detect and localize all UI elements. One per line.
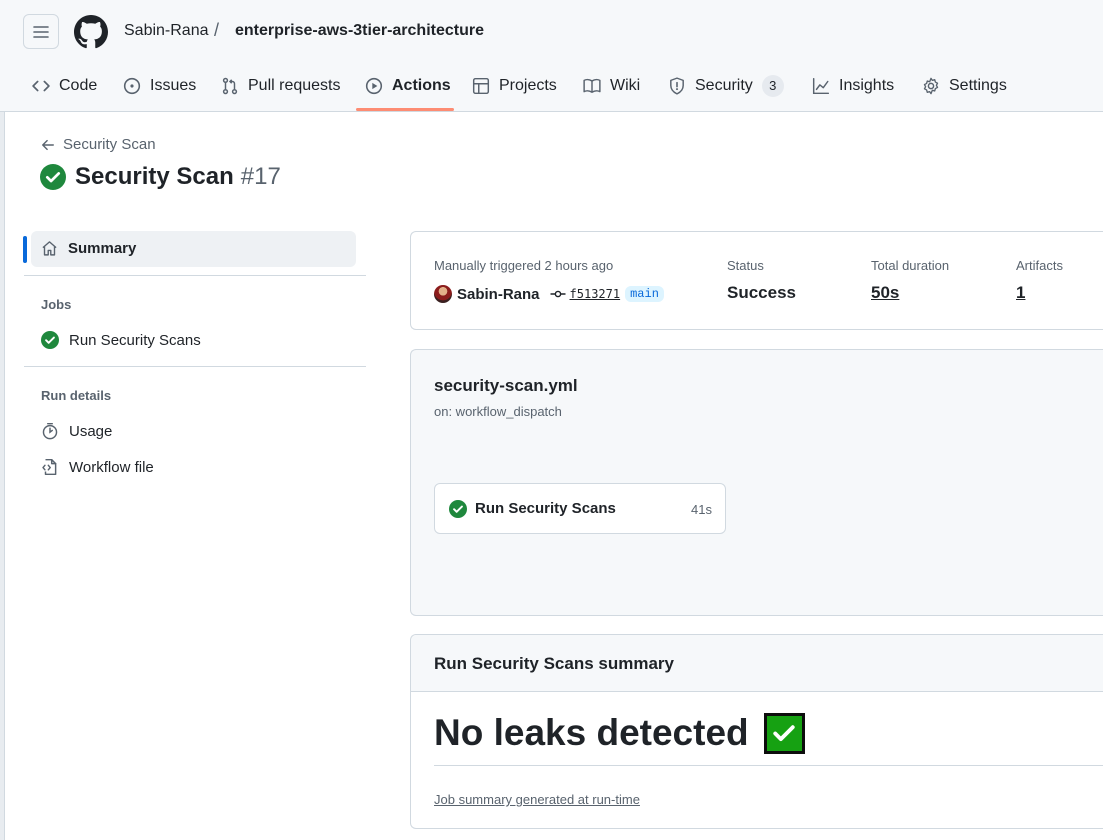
tab-issues[interactable]: Issues	[123, 73, 196, 99]
tab-pull-requests[interactable]: Pull requests	[221, 73, 341, 99]
sidebar-job-run-security-scans[interactable]: Run Security Scans	[41, 331, 201, 349]
file-code-icon	[42, 458, 57, 476]
sidebar-item-summary[interactable]: Summary	[41, 240, 136, 257]
book-icon	[583, 78, 601, 93]
sidebar-usage-label: Usage	[69, 422, 113, 440]
tab-security-label: Security	[695, 77, 753, 94]
back-link-label: Security Scan	[63, 136, 156, 153]
table-icon	[472, 77, 490, 95]
tab-security[interactable]: Security 3	[668, 73, 784, 99]
graph-icon	[812, 77, 830, 95]
tab-projects-label: Projects	[499, 77, 557, 94]
breadcrumb-owner-link[interactable]: Sabin-Rana	[124, 22, 209, 40]
arrow-left-icon	[42, 139, 54, 150]
sidebar-item-usage[interactable]: Usage	[41, 422, 112, 440]
check-circle-fill-icon	[40, 164, 66, 190]
tab-pull-requests-label: Pull requests	[248, 77, 341, 94]
check-circle-fill-icon	[449, 500, 467, 518]
sidebar-summary-label: Summary	[68, 240, 137, 257]
run-actor-row: Sabin-Rana f513271 main	[434, 285, 664, 303]
gear-icon	[923, 77, 939, 95]
job-summary-footer-link[interactable]: Job summary generated at run-time	[434, 792, 640, 807]
actor-name-link[interactable]: Sabin-Rana	[457, 286, 540, 303]
status-label: Status	[727, 258, 764, 273]
tab-actions-label: Actions	[392, 77, 451, 94]
sidebar-active-indicator	[23, 236, 27, 263]
tab-issues-label: Issues	[150, 77, 197, 94]
tab-code[interactable]: Code	[32, 73, 97, 99]
job-summary-heading-text: No leaks detected	[434, 712, 749, 753]
total-duration-link[interactable]: 50s	[871, 283, 899, 303]
job-node-name: Run Security Scans	[475, 500, 616, 517]
tab-actions[interactable]: Actions	[365, 73, 451, 99]
git-commit-icon	[550, 290, 566, 298]
left-edge-strip	[0, 112, 5, 840]
tab-settings[interactable]: Settings	[922, 73, 1007, 99]
security-alert-count-badge: 3	[761, 75, 784, 97]
sidebar-jobs-heading: Jobs	[41, 297, 72, 312]
pull-request-icon	[222, 77, 238, 95]
tab-settings-label: Settings	[949, 77, 1007, 94]
play-icon	[365, 77, 383, 95]
artifacts-label: Artifacts	[1016, 258, 1063, 273]
hamburger-icon	[33, 25, 49, 38]
run-number: #17	[240, 163, 281, 190]
stopwatch-icon	[42, 422, 58, 440]
sidebar-run-details-heading: Run details	[41, 388, 112, 403]
job-node-run-security-scans[interactable]: Run Security Scans 41s	[434, 483, 726, 534]
hamburger-menu-button[interactable]	[23, 14, 59, 49]
sidebar-item-workflow-file[interactable]: Workflow file	[41, 458, 154, 476]
run-meta-card	[410, 231, 1103, 330]
tab-insights[interactable]: Insights	[812, 73, 894, 99]
job-summary-heading: No leaks detected	[434, 712, 805, 754]
total-duration-label: Total duration	[871, 258, 950, 273]
sidebar-workflow-file-label: Workflow file	[69, 458, 154, 476]
back-to-workflow-link[interactable]: Security Scan	[41, 136, 156, 153]
job-summary-divider	[434, 765, 1103, 766]
code-icon	[32, 80, 50, 92]
home-icon	[42, 241, 57, 256]
workflow-trigger: on: workflow_dispatch	[434, 404, 562, 419]
commit-sha-link[interactable]: f513271	[570, 287, 621, 301]
tab-wiki[interactable]: Wiki	[583, 73, 640, 99]
breadcrumb-repo-link[interactable]: enterprise-aws-3tier-architecture	[235, 22, 484, 40]
github-logo-icon[interactable]	[74, 15, 108, 49]
breadcrumb-separator: /	[214, 20, 220, 40]
avatar[interactable]	[434, 285, 452, 303]
run-workflow-name: Security Scan	[75, 163, 234, 190]
workflow-file-name: security-scan.yml	[434, 376, 578, 395]
tab-insights-label: Insights	[839, 77, 895, 94]
job-summary-title: Run Security Scans summary	[434, 654, 674, 673]
issue-icon	[123, 77, 141, 95]
tab-wiki-label: Wiki	[610, 77, 641, 94]
shield-icon	[670, 77, 684, 95]
branch-label[interactable]: main	[625, 286, 664, 302]
check-mark-button-icon	[763, 712, 805, 754]
check-circle-fill-icon	[41, 331, 59, 349]
job-node-duration: 41s	[691, 502, 712, 517]
sidebar-divider	[24, 275, 366, 276]
active-tab-underline	[356, 108, 454, 111]
tab-code-label: Code	[59, 77, 98, 94]
trigger-text: Manually triggered 2 hours ago	[434, 258, 614, 273]
page-title: Security Scan #17	[40, 163, 281, 191]
sidebar-divider	[24, 366, 366, 367]
artifacts-count-link[interactable]: 1	[1016, 283, 1025, 303]
sidebar-job-label: Run Security Scans	[69, 331, 201, 349]
tab-projects[interactable]: Projects	[472, 73, 557, 99]
status-value: Success	[727, 283, 796, 302]
